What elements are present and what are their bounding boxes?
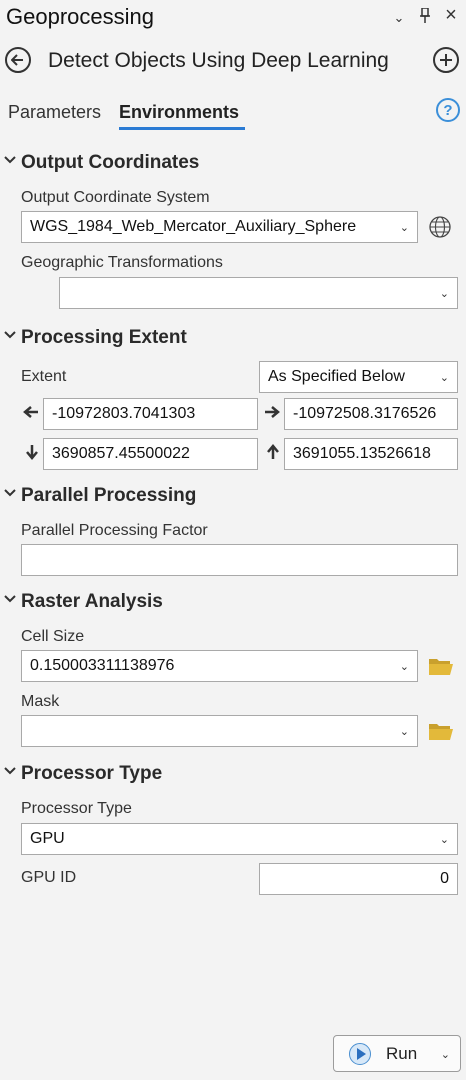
pane-title: Geoprocessing bbox=[6, 4, 154, 29]
chevron-down-icon bbox=[4, 154, 16, 169]
pane-options-icon[interactable]: ⌄ bbox=[389, 10, 409, 26]
tab-environments[interactable]: Environments bbox=[119, 102, 239, 123]
gpu-id-value: 0 bbox=[440, 870, 449, 887]
chevron-down-icon bbox=[4, 487, 16, 502]
processor-type-label: Processor Type bbox=[21, 800, 132, 817]
section-parallel-processing[interactable]: Parallel Processing bbox=[0, 484, 466, 510]
extent-bottom-input[interactable]: 3690857.45500022 bbox=[43, 438, 258, 470]
extent-right-input[interactable]: -10972508.3176526 bbox=[284, 398, 458, 430]
globe-icon[interactable] bbox=[428, 215, 452, 239]
extent-left-input[interactable]: -10972803.7041303 bbox=[43, 398, 258, 430]
cell-size-value: 0.150003311138976 bbox=[30, 657, 175, 674]
output-coordinate-system-select[interactable]: WGS_1984_Web_Mercator_Auxiliary_Sphere ⌄ bbox=[21, 211, 418, 243]
tool-header: Detect Objects Using Deep Learning bbox=[0, 42, 466, 82]
extent-top-input[interactable]: 3691055.13526618 bbox=[284, 438, 458, 470]
extent-select[interactable]: As Specified Below ⌄ bbox=[259, 361, 458, 393]
cell-size-select[interactable]: 0.150003311138976 ⌄ bbox=[21, 650, 418, 682]
chevron-down-icon: ⌄ bbox=[399, 726, 409, 738]
run-button[interactable]: Run ⌄ bbox=[333, 1035, 461, 1072]
geographic-transformations-select[interactable]: ⌄ bbox=[59, 277, 458, 309]
section-title: Processing Extent bbox=[21, 327, 187, 348]
gpu-id-label: GPU ID bbox=[21, 869, 77, 886]
cell-size-label: Cell Size bbox=[21, 628, 85, 645]
chevron-down-icon bbox=[4, 765, 16, 780]
tab-bar: Parameters Environments ? bbox=[0, 98, 466, 134]
chevron-down-icon: ⌄ bbox=[439, 288, 449, 300]
back-arrow-icon[interactable] bbox=[5, 47, 31, 73]
section-title: Parallel Processing bbox=[21, 485, 197, 506]
play-icon bbox=[349, 1043, 371, 1065]
section-output-coordinates[interactable]: Output Coordinates bbox=[0, 151, 466, 177]
tool-title: Detect Objects Using Deep Learning bbox=[48, 49, 389, 72]
chevron-down-icon: ⌄ bbox=[439, 834, 449, 846]
parallel-processing-factor-label: Parallel Processing Factor bbox=[21, 522, 208, 539]
mask-select[interactable]: ⌄ bbox=[21, 715, 418, 747]
mask-label: Mask bbox=[21, 693, 60, 710]
chevron-down-icon: ⌄ bbox=[439, 372, 449, 384]
processor-type-select[interactable]: GPU ⌄ bbox=[21, 823, 458, 855]
extent-label: Extent bbox=[21, 368, 67, 385]
chevron-down-icon: ⌄ bbox=[399, 222, 409, 234]
section-title: Output Coordinates bbox=[21, 152, 200, 173]
output-coordinate-system-value: WGS_1984_Web_Mercator_Auxiliary_Sphere bbox=[30, 218, 357, 235]
add-plus-icon[interactable] bbox=[433, 47, 459, 73]
section-processing-extent[interactable]: Processing Extent bbox=[0, 326, 466, 352]
section-processor-type[interactable]: Processor Type bbox=[0, 762, 466, 788]
chevron-down-icon: ⌄ bbox=[399, 661, 409, 673]
folder-icon[interactable] bbox=[428, 656, 454, 676]
output-coordinate-system-label: Output Coordinate System bbox=[21, 189, 210, 206]
chevron-down-icon bbox=[4, 593, 16, 608]
gpu-id-input[interactable]: 0 bbox=[259, 863, 458, 895]
processor-type-value: GPU bbox=[30, 830, 65, 847]
arrow-up-icon bbox=[264, 444, 282, 465]
geographic-transformations-label: Geographic Transformations bbox=[21, 254, 223, 271]
section-raster-analysis[interactable]: Raster Analysis bbox=[0, 590, 466, 616]
tab-parameters[interactable]: Parameters bbox=[8, 102, 101, 123]
chevron-down-icon bbox=[4, 329, 16, 344]
arrow-left-icon bbox=[22, 403, 40, 424]
extent-value: As Specified Below bbox=[268, 368, 405, 385]
chevron-down-icon[interactable]: ⌄ bbox=[441, 1048, 450, 1061]
help-icon[interactable]: ? bbox=[436, 98, 460, 122]
run-label: Run bbox=[386, 1044, 418, 1063]
close-icon[interactable]: × bbox=[441, 4, 461, 27]
active-tab-indicator bbox=[119, 127, 245, 130]
extent-top-value: 3691055.13526618 bbox=[293, 445, 431, 462]
arrow-down-icon bbox=[23, 444, 41, 465]
extent-right-value: -10972508.3176526 bbox=[293, 405, 437, 422]
pane-titlebar: Geoprocessing ⌄ × bbox=[0, 0, 466, 40]
extent-left-value: -10972803.7041303 bbox=[52, 405, 196, 422]
parallel-processing-factor-input[interactable] bbox=[21, 544, 458, 576]
arrow-right-icon bbox=[263, 403, 281, 424]
pin-icon[interactable] bbox=[415, 7, 435, 29]
extent-bottom-value: 3690857.45500022 bbox=[52, 445, 190, 462]
section-title: Raster Analysis bbox=[21, 591, 163, 612]
folder-icon[interactable] bbox=[428, 721, 454, 741]
section-title: Processor Type bbox=[21, 763, 163, 784]
